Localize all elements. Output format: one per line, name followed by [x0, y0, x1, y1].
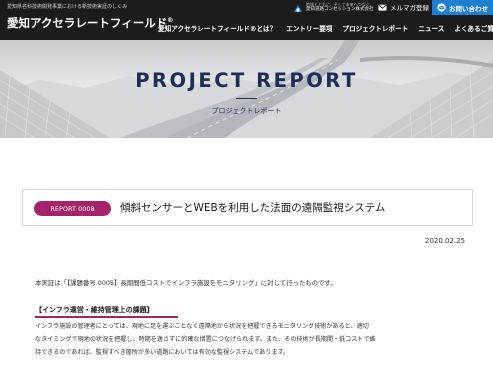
hero-subtitle: プロジェクトレポート: [211, 107, 282, 115]
hero-title: PROJECT REPORT: [135, 69, 358, 92]
partner-name: 愛知道路コンセッション株式会社: [306, 7, 374, 12]
site-brand[interactable]: 愛知県名科技術開発事業における新技術実証のしくみ 愛知アクセラレートフィールド®: [7, 4, 173, 31]
report-intro: 本実証は「【課題番号 0005】長期間低コストでインフラ施設をモニタリング」に対…: [35, 279, 337, 287]
body-text-line: なタイミングで現地の状況を把握し、時期を逸さずに的確な措置につなげられます。また…: [35, 336, 376, 343]
brand-subtitle: 愛知県名科技術開発事業における新技術実証のしくみ: [7, 4, 128, 10]
nav-item-faq[interactable]: よくあるご質問: [454, 24, 493, 34]
body-text-line: 持できるのであれば、監視すべき箇所が多い道路においては有効な監視システムでありま…: [35, 349, 290, 356]
rising-sun-logo-icon: [294, 4, 302, 12]
mail-in-circle-icon: [437, 3, 446, 12]
section-heading: 【インフラ運営・維持管理上の課題】: [35, 306, 154, 314]
brand-title: 愛知アクセラレートフィールド®: [7, 15, 174, 30]
site-header: 愛知県名科技術開発事業における新技術実証のしくみ 愛知アクセラレートフィールド®…: [0, 0, 493, 40]
nav-item-about[interactable]: 愛知アクセラレートフィールド®とは？: [158, 24, 276, 34]
contact-button[interactable]: お問い合わせ: [432, 0, 493, 15]
newsletter-signup-label: メルマガ登録: [390, 4, 429, 12]
report-number-badge: REPORT 0008: [34, 201, 111, 216]
report-date: 2020.02.25: [425, 237, 466, 245]
body-text-line: インフラ施設の管理者にとっては、現地に足を運ぶことなく遠隔地から状況を把握できる…: [35, 323, 369, 330]
hero-banner: PROJECT REPORT プロジェクトレポート: [0, 40, 493, 138]
newsletter-signup-link[interactable]: メルマガ登録: [378, 1, 429, 13]
nav-item-news[interactable]: ニュース: [418, 24, 444, 34]
main-nav: 愛知アクセラレートフィールド®とは？ エントリー要項 プロジェクトレポート ニュ…: [158, 24, 493, 34]
nav-item-entry-guidelines[interactable]: エントリー要項: [286, 24, 332, 34]
registered-mark: ®: [167, 17, 174, 24]
partner-logo[interactable]: 地域とともに、そして未来へつなぐ。 愛知道路コンセッション株式会社: [293, 1, 374, 14]
contact-button-label: お問い合わせ: [449, 4, 488, 13]
envelope-icon: [378, 4, 387, 11]
report-header: REPORT 0008 傾斜センサーとWEBを利用した法面の遠隔監視システム: [22, 189, 473, 226]
report-title: 傾斜センサーとWEBを利用した法面の遠隔監視システム: [120, 202, 386, 214]
nav-item-project-report[interactable]: プロジェクトレポート: [342, 24, 408, 34]
hero-divider: [236, 98, 257, 99]
section-heading-underline: [35, 316, 178, 318]
